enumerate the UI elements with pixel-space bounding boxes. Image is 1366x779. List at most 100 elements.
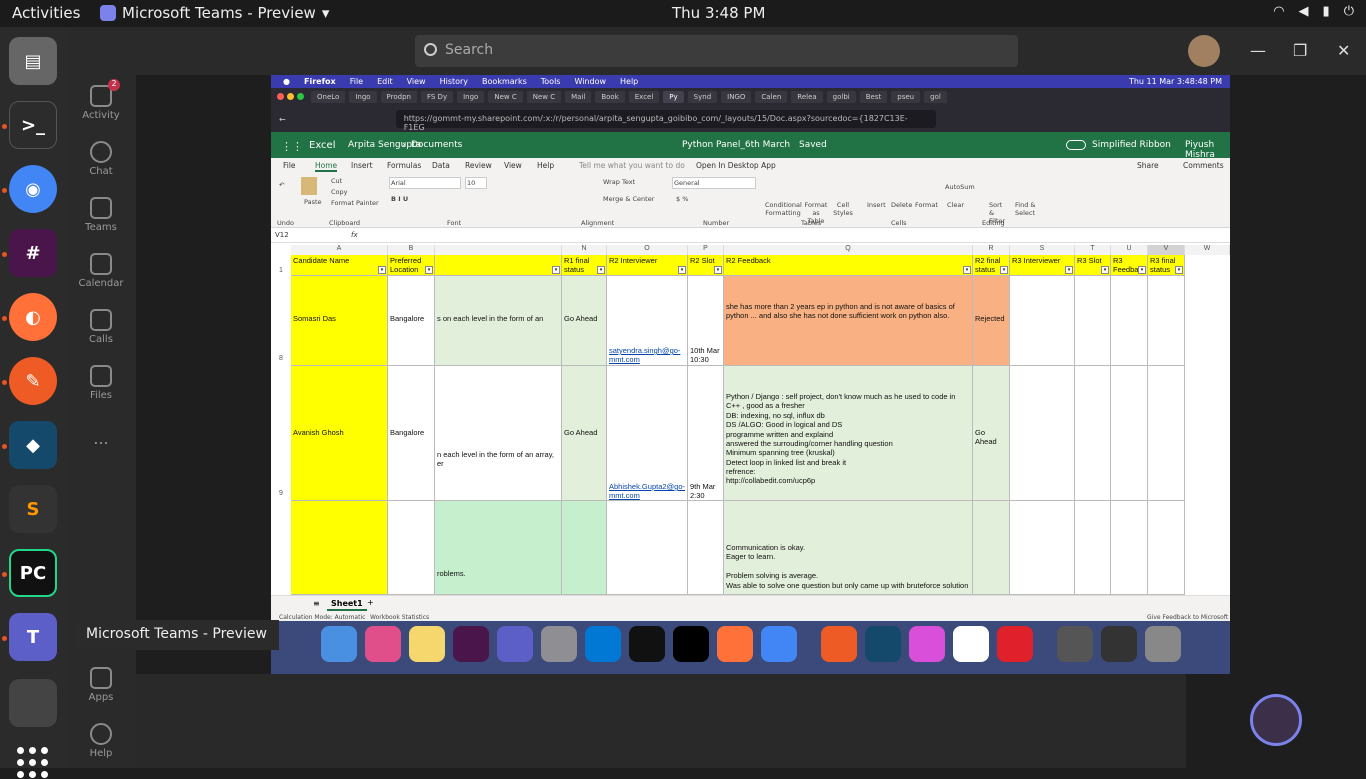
rail-activity[interactable]: Activity xyxy=(66,85,136,121)
activities-button[interactable]: Activities xyxy=(12,4,80,22)
header-cell: R2 Slot ▾ xyxy=(688,255,724,276)
candidate-name-cell: Avanish Ghosh xyxy=(291,366,388,501)
postman-app-icon[interactable]: ✎ xyxy=(9,357,57,405)
avatar[interactable] xyxy=(1188,35,1220,67)
rail-calendar[interactable]: Calendar xyxy=(66,253,136,289)
browser-tab-strip: OneLo Ingo Prodpn FS Dy Ingo New C New C… xyxy=(271,88,1230,106)
wifi-icon[interactable]: ◠ xyxy=(1273,4,1284,19)
recent-window-icon xyxy=(1057,626,1093,662)
close-icon[interactable]: ✕ xyxy=(1337,41,1350,60)
breadcrumb-documents: Documents xyxy=(411,140,463,150)
document-title: Python Panel_6th March xyxy=(682,140,791,150)
location-cell: Bangalore xyxy=(388,276,435,366)
column-header: U xyxy=(1111,245,1148,255)
merge-center-button: Merge & Center xyxy=(603,195,655,203)
browser-tab-active: Py xyxy=(663,91,684,103)
show-apps-icon[interactable] xyxy=(17,747,49,779)
column-header: R xyxy=(973,245,1010,255)
running-indicator xyxy=(2,316,7,321)
header-cell: Preferred Location ▾ xyxy=(388,255,435,276)
app-menu[interactable]: Microsoft Teams - Preview ▾ xyxy=(100,4,329,22)
maximize-icon[interactable]: ❐ xyxy=(1293,41,1307,60)
header-cell: ▾ xyxy=(435,255,562,276)
rail-chat[interactable]: Chat xyxy=(66,141,136,177)
recent-window-icon xyxy=(1101,626,1137,662)
filter-icon: ▾ xyxy=(963,266,971,274)
rail-teams[interactable]: Teams xyxy=(66,197,136,233)
slack-app-icon[interactable]: # xyxy=(9,229,57,277)
rail-help[interactable]: Help xyxy=(66,723,136,759)
settings-icon xyxy=(541,626,577,662)
header-cell: R2 final status ▾ xyxy=(973,255,1010,276)
wrap-text-button: Wrap Text xyxy=(603,178,636,186)
self-video-avatar[interactable] xyxy=(1250,694,1302,746)
tab-review: Review xyxy=(465,161,492,170)
name-box: V12 xyxy=(275,231,289,239)
r3-slot-cell xyxy=(1075,276,1111,366)
header-text: Candidate Name xyxy=(293,256,350,265)
search-input[interactable]: Search xyxy=(415,35,1018,67)
group-label: Font xyxy=(447,219,462,227)
pycharm-app-icon[interactable]: PC xyxy=(9,549,57,597)
notes-cell: s on each level in the form of an xyxy=(435,276,562,366)
sublime-app-icon[interactable]: S xyxy=(9,485,57,533)
minimize-icon[interactable]: — xyxy=(1250,41,1266,60)
firefox-icon xyxy=(717,626,753,662)
more-apps-button[interactable]: ... xyxy=(66,429,136,448)
meeting-bottom-area xyxy=(136,674,1186,768)
app-name: Microsoft Teams - Preview xyxy=(122,4,316,22)
search-icon xyxy=(424,43,437,56)
files-app-icon[interactable]: ▤ xyxy=(9,37,57,85)
power-icon[interactable]: ⏻ xyxy=(1344,4,1354,19)
column-header: W xyxy=(1185,245,1230,255)
terminal-app-icon[interactable]: >_ xyxy=(9,101,57,149)
rail-label: Activity xyxy=(82,110,120,121)
dock-tooltip: Microsoft Teams - Preview xyxy=(74,620,279,650)
battery-icon[interactable]: ▮ xyxy=(1323,4,1330,19)
rail-label: Calls xyxy=(89,334,113,345)
system-tray[interactable]: ◠ ◀ ▮ ⏻ xyxy=(1273,4,1354,19)
shared-screen: ● Firefox File Edit View History Bookmar… xyxy=(271,75,1230,674)
excel-header: ⋮⋮ Excel Arpita Sengupta › Documents Pyt… xyxy=(271,132,1230,160)
app-icon[interactable] xyxy=(9,679,57,727)
clock[interactable]: Thu 3:48 PM xyxy=(672,4,765,22)
mysql-workbench-icon[interactable]: ◆ xyxy=(9,421,57,469)
apple-icon: ● xyxy=(283,77,290,86)
chrome-app-icon[interactable]: ◉ xyxy=(9,165,57,213)
group-label: Number xyxy=(703,219,730,227)
running-indicator xyxy=(2,572,7,577)
mysql-icon xyxy=(865,626,901,662)
rail-label: Apps xyxy=(88,692,114,703)
row-number: 9 xyxy=(279,490,283,497)
row-number: 1 xyxy=(279,267,283,274)
menu-edit: Edit xyxy=(377,77,393,86)
browser-tab: Calen xyxy=(755,91,788,103)
calendar-icon xyxy=(90,253,112,275)
mac-menu-bar: ● Firefox File Edit View History Bookmar… xyxy=(271,75,1230,88)
header-cell: R3 Feedbac ▾ xyxy=(1111,255,1148,276)
copy-button: Copy xyxy=(331,188,348,196)
formula-bar: V12 fx xyxy=(271,228,1230,243)
menu-window: Window xyxy=(574,77,607,86)
rail-calls[interactable]: Calls xyxy=(66,309,136,345)
sheet-tab-bar: ≡ Sheet1 + xyxy=(271,595,1230,613)
header-text: Preferred Location xyxy=(390,256,422,275)
excel-ribbon: ↶ Paste Cut Copy Format Painter Arial 10… xyxy=(271,173,1230,228)
browser-tab: INGO xyxy=(721,91,752,103)
teams-icon xyxy=(497,626,533,662)
menu-firefox: Firefox xyxy=(303,77,336,86)
rail-files[interactable]: Files xyxy=(66,365,136,401)
filter-icon: ▾ xyxy=(552,266,560,274)
browser-tab: Ingo xyxy=(457,91,485,103)
header-cell: R3 Interviewer ▾ xyxy=(1010,255,1075,276)
save-status: Saved xyxy=(799,140,827,150)
volume-icon[interactable]: ◀ xyxy=(1299,4,1309,19)
rail-apps[interactable]: Apps xyxy=(66,667,136,703)
teams-dock-icon[interactable]: T xyxy=(9,613,57,661)
breadcrumb-separator: › xyxy=(402,140,406,150)
firefox-app-icon[interactable]: ◐ xyxy=(9,293,57,341)
undo-icon: ↶ xyxy=(279,181,285,189)
tab-data: Data xyxy=(432,161,450,170)
r3-status-cell xyxy=(1148,366,1185,501)
r3-feedback-cell xyxy=(1111,366,1148,501)
